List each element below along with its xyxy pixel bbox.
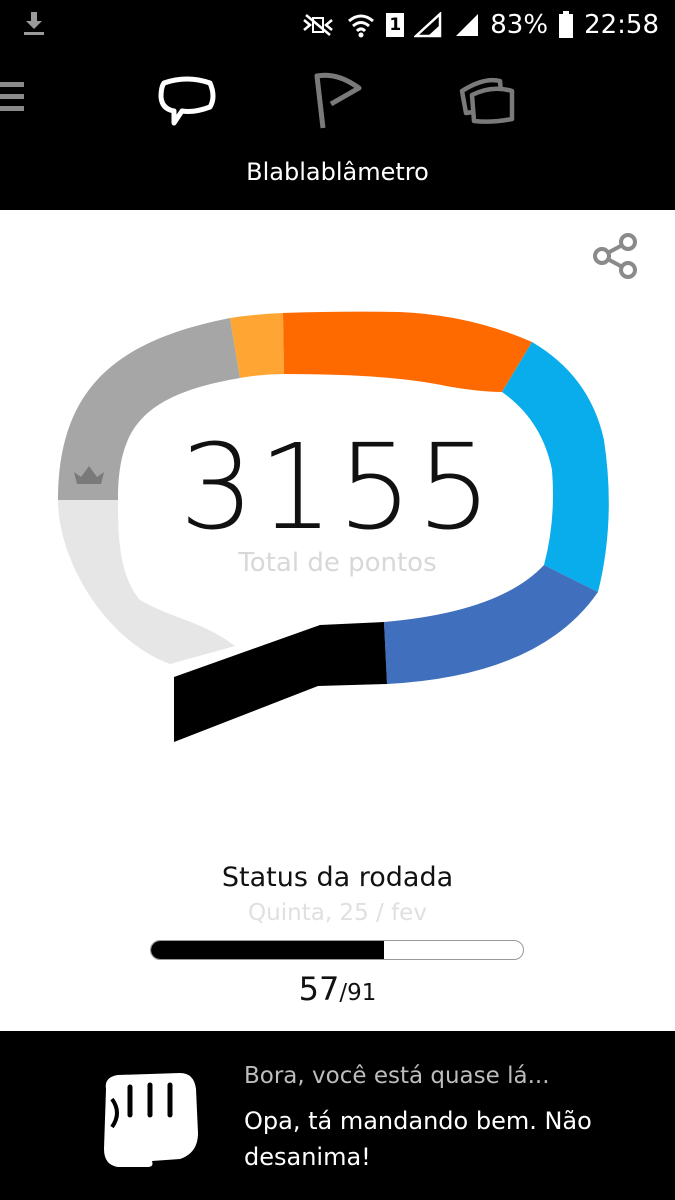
round-progress-count: 57/91 xyxy=(0,970,675,1008)
tab-cards[interactable] xyxy=(452,66,522,136)
tab-blablablametro[interactable] xyxy=(152,66,222,136)
download-icon xyxy=(24,12,44,35)
round-date: Quinta, 25 / fev xyxy=(248,900,427,926)
status-bar: 1 83% 22:58 xyxy=(0,0,675,50)
page-title: Blablablâmetro xyxy=(246,158,429,186)
battery-icon xyxy=(559,11,574,38)
clock: 22:58 xyxy=(584,10,659,40)
total-score-label: Total de pontos xyxy=(238,548,437,578)
wifi-icon xyxy=(348,14,375,38)
speech-bubble-icon xyxy=(158,76,216,126)
cards-icon xyxy=(459,77,515,124)
banner-message: Opa, tá mandando bem. Não desanima! xyxy=(244,1107,592,1171)
round-progress-done: 57 xyxy=(298,970,340,1008)
round-progress-fill xyxy=(151,941,384,959)
fist-icon xyxy=(104,1073,198,1167)
gauge-segment-dark-blue xyxy=(384,565,598,684)
round-progress-total: 91 xyxy=(347,980,377,1006)
signal-icon xyxy=(456,14,479,36)
sim-slot-badge: 1 xyxy=(386,13,405,37)
motivation-banner: Bora, você está quase lá... Opa, tá mand… xyxy=(0,1031,675,1200)
total-score: 3155 xyxy=(179,418,496,556)
battery-percent: 83% xyxy=(490,10,549,40)
round-status-title: Status da rodada xyxy=(221,862,454,893)
tab-flag[interactable] xyxy=(302,66,372,136)
gauge-segment-orange xyxy=(283,311,532,392)
signal-icon xyxy=(414,12,442,38)
round-progress-separator: / xyxy=(339,980,348,1006)
round-progress-bar xyxy=(150,940,524,960)
menu-icon[interactable] xyxy=(0,80,26,114)
mute-icon xyxy=(303,14,334,36)
flag-icon xyxy=(314,72,362,129)
banner-heading: Bora, você está quase lá... xyxy=(244,1063,550,1089)
